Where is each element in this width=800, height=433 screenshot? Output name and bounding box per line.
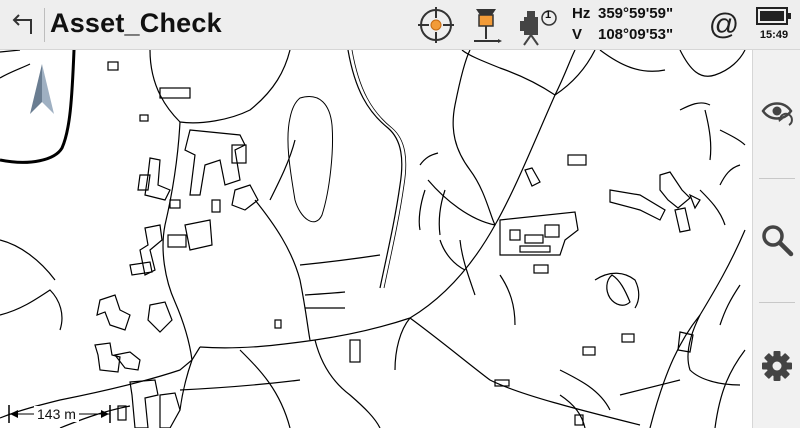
- total-station-icon: [520, 10, 557, 46]
- instrument-badge: 1: [545, 9, 552, 21]
- settings-gear-icon: [762, 351, 792, 381]
- instrument-button[interactable]: 1: [516, 2, 558, 48]
- map-canvas: [0, 49, 746, 429]
- hz-label: Hz: [572, 5, 591, 22]
- search-button[interactable]: [753, 210, 800, 270]
- battery-status: 15:49: [754, 4, 794, 46]
- page-title: Asset_Check: [50, 8, 222, 38]
- back-button[interactable]: [0, 0, 44, 50]
- battery-icon: [756, 7, 791, 25]
- north-arrow-icon[interactable]: [26, 62, 58, 118]
- crosshair-target-icon: [418, 7, 454, 43]
- visibility-refresh-icon: [761, 102, 793, 126]
- settings-button[interactable]: [753, 336, 800, 396]
- visibility-refresh-button[interactable]: [753, 84, 800, 144]
- top-toolbar: Asset_Check 1 Hz 359°59'59" V 108°09'53"…: [0, 0, 800, 50]
- v-value: 108°09'53": [598, 26, 674, 43]
- target-button[interactable]: [414, 2, 458, 48]
- search-icon: [762, 225, 794, 257]
- angle-readout: Hz 359°59'59" V 108°09'53": [572, 3, 692, 45]
- clock-time: 15:49: [759, 29, 789, 41]
- prism-pole-icon: [474, 9, 502, 43]
- v-label: V: [572, 26, 583, 43]
- hz-value: 359°59'59": [598, 5, 674, 22]
- connection-button[interactable]: @: [706, 2, 742, 48]
- map-view[interactable]: [0, 49, 800, 429]
- scale-bar: 143 m: [6, 403, 116, 425]
- back-arrow-icon: [12, 14, 32, 34]
- scale-label: 143 m: [34, 406, 79, 422]
- prism-button[interactable]: [466, 2, 506, 48]
- right-toolbar: [752, 50, 800, 428]
